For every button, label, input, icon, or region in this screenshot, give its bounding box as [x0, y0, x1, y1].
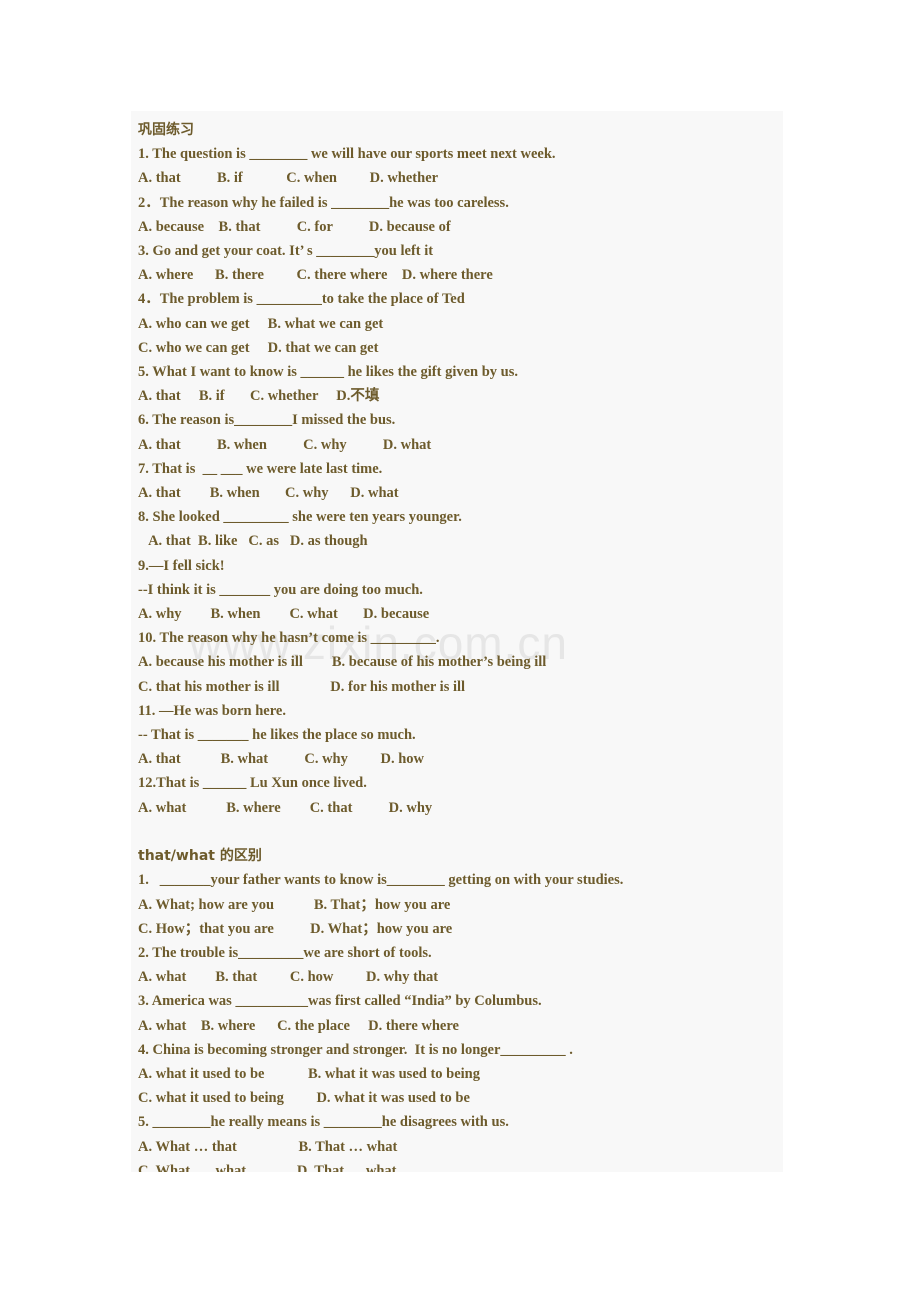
- exercise-line: 6. The reason is________I missed the bus…: [138, 412, 396, 429]
- exercise-options: A. because B. that C. for D. because of: [138, 218, 451, 235]
- exercise-line: 4. China is becoming stronger and strong…: [138, 1041, 573, 1058]
- exercise-options: A. what it used to be B. what it was use…: [138, 1065, 480, 1082]
- exercise-line: 1. _______your father wants to know is__…: [138, 872, 624, 889]
- exercise-line: 8. She looked _________ she were ten yea…: [138, 509, 462, 526]
- exercise-options: A. where B. there C. there where D. wher…: [138, 267, 493, 284]
- exercise-options: A. what B. that C. how D. why that: [138, 969, 439, 986]
- exercise-options: C. what it used to being D. what it was …: [138, 1090, 470, 1107]
- exercise-line: 5. What I want to know is ______ he like…: [138, 364, 519, 381]
- exercise-options: A. because his mother is ill B. because …: [138, 654, 547, 671]
- content-panel: www.zixin.com.cn 巩固练习 1. The question is…: [131, 111, 783, 1172]
- exercise-options: C. How；that you are D. What；how you are: [138, 920, 453, 937]
- exercise-options: A. that B. what C. why D. how: [138, 751, 424, 768]
- document-page: www.zixin.com.cn 巩固练习 1. The question is…: [0, 0, 920, 1302]
- exercise-options: A. What; how are you B. That；how you are: [138, 896, 451, 913]
- exercise-line: 2．The reason why he failed is ________he…: [138, 194, 509, 211]
- document-body: 巩固练习 1. The question is ________ we will…: [131, 111, 783, 1172]
- exercise-options: A. why B. when C. what D. because: [138, 606, 430, 623]
- exercise-line: 3. Go and get your coat. It’ s ________y…: [138, 243, 434, 260]
- exercise-options: A. What … that B. That … what: [138, 1138, 398, 1155]
- exercise-line: 1. The question is ________ we will have…: [138, 146, 556, 163]
- exercise-line: 5. ________he really means is ________he…: [138, 1114, 509, 1131]
- exercise-options: C. who we can get D. that we can get: [138, 339, 379, 356]
- section-heading-2: that/what 的区别: [138, 848, 262, 865]
- exercise-options: C. that his mother is ill D. for his mot…: [138, 678, 466, 695]
- exercise-line: 4．The problem is _________to take the pl…: [138, 291, 465, 308]
- exercise-line: 3. America was __________was first calle…: [138, 993, 542, 1010]
- section-heading-1: 巩固练习: [138, 122, 194, 138]
- exercise-line: --I think it is _______ you are doing to…: [138, 581, 423, 598]
- exercise-options: A. that B. if C. when D. whether: [138, 170, 439, 187]
- exercise-line: 2. The trouble is_________we are short o…: [138, 944, 432, 961]
- exercise-options: C. What … what D. That … what: [138, 1162, 397, 1172]
- exercise-line: 7. That is __ ___ we were late last time…: [138, 460, 383, 477]
- exercise-line: 9.—I fell sick!: [138, 557, 225, 574]
- exercise-options: A. that B. if C. whether D.不填: [138, 388, 380, 405]
- exercise-options: A. that B. when C. why D. what: [138, 485, 399, 502]
- exercise-options: A. who can we get B. what we can get: [138, 315, 384, 332]
- exercise-options: A. what B. where C. the place D. there w…: [138, 1017, 459, 1034]
- exercise-line: 11. —He was born here.: [138, 702, 286, 719]
- exercise-line: -- That is _______ he likes the place so…: [138, 727, 416, 744]
- exercise-options: A. what B. where C. that D. why: [138, 799, 433, 816]
- exercise-options: A. that B. like C. as D. as though: [138, 533, 368, 550]
- exercise-options: A. that B. when C. why D. what: [138, 436, 432, 453]
- exercise-line: 10. The reason why he hasn’t come is ___…: [138, 630, 440, 647]
- exercise-line: 12.That is ______ Lu Xun once lived.: [138, 775, 367, 792]
